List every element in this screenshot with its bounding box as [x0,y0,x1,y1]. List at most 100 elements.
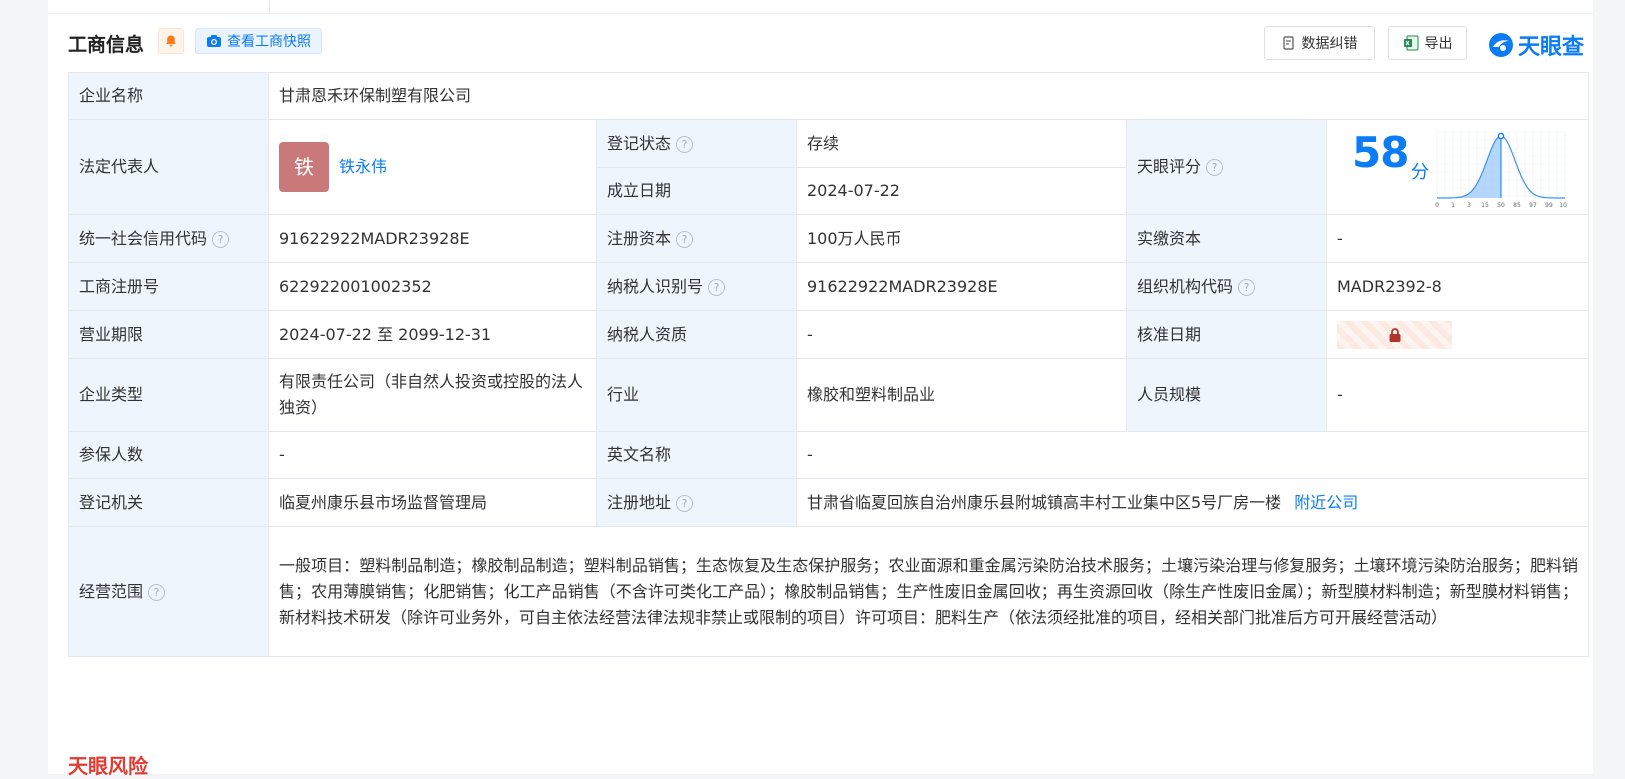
top-tab-segment [48,0,270,14]
data-correction-button[interactable]: 数据纠错 [1264,26,1375,60]
label-reg-address-cell: 注册地址? [596,478,797,527]
score-tick-label: 100 [1559,202,1567,209]
section-header: 工商信息 查看工商快照 数据纠错 导出 天眼查 [68,26,1588,60]
approval-date-cell [1325,310,1590,359]
help-icon[interactable]: ? [676,135,694,153]
score-tick-label: 50 [1497,202,1505,209]
business-term-value: 2024-07-22 至 2099-12-31 [268,310,597,359]
score-unit: 分 [1411,162,1429,183]
table-row: 企业名称 甘肃恩禾环保制塑有限公司 [68,72,1590,120]
nearby-companies-link[interactable]: 附近公司 [1294,493,1358,512]
help-icon[interactable]: ? [212,230,230,248]
taxpayer-id-value: 91622922MADR23928E [796,262,1127,311]
label-reg-capital-cell: 注册资本? [596,214,797,263]
insured-count-value: - [268,431,597,479]
table-row: 经营范围? 一般项目：塑料制品制造；橡胶制品制造；塑料制品销售；生态恢复及生态保… [68,526,1590,657]
tianyancha-logo-icon [1489,33,1513,57]
label-reg-address: 注册地址 [607,492,672,512]
label-credit-code-cell: 统一社会信用代码? [68,214,269,263]
score-value: 58 [1352,128,1409,177]
business-scope-value: 一般项目：塑料制品制造；橡胶制品制造；塑料制品销售；生态恢复及生态保护服务；农业… [267,526,1590,657]
score-chart-ticks: 0 1 3 15 50 85 97 99 100 [1435,202,1567,209]
document-edit-icon [1282,36,1294,50]
vip-locked-value[interactable] [1337,320,1452,349]
table-row: 法定代表人 铁 铁永伟 登记状态? 存续 天眼评分? 58 分 0 1 3 15 50 8… [68,119,1590,215]
tianyancha-logo: 天眼查 [1488,29,1584,61]
table-row: 营业期限 2024-07-22 至 2099-12-31 纳税人资质 - 核准日… [68,310,1590,359]
org-code-value: MADR2392-8 [1325,262,1590,311]
reg-address-cell: 甘肃省临夏回族自治州康乐县附城镇高丰村工业集中区5号厂房一楼 附近公司 [795,478,1590,527]
reg-status-value: 存续 [796,119,1127,168]
help-icon[interactable]: ? [148,583,166,601]
score-tick-label: 0 [1435,202,1439,209]
industry-value: 橡胶和塑料制品业 [796,358,1127,432]
business-info-table: 企业名称 甘肃恩禾环保制塑有限公司 法定代表人 铁 铁永伟 登记状态? 存续 天… [68,72,1590,657]
label-reg-status: 登记状态 [607,133,672,153]
label-english-name: 英文名称 [596,431,797,479]
label-reg-capital: 注册资本 [607,228,672,248]
label-score-cell: 天眼评分? [1126,119,1327,215]
credit-code-value: 91622922MADR23928E [268,214,597,263]
label-business-scope-cell: 经营范围? [68,526,269,657]
reg-address-value: 甘肃省临夏回族自治州康乐县附城镇高丰村工业集中区5号厂房一楼 [807,492,1282,512]
label-reg-status-cell: 登记状态? [596,119,797,168]
help-icon[interactable]: ? [1238,278,1256,296]
staff-size-value: - [1325,358,1590,432]
paid-capital-value: - [1325,214,1590,263]
label-org-code-cell: 组织机构代码? [1126,262,1327,311]
bell-icon[interactable] [158,28,184,54]
est-date-value: 2024-07-22 [796,167,1127,215]
table-row: 工商注册号 622922001002352 纳税人识别号? 91622922MA… [68,262,1590,311]
table-row: 企业类型 有限责任公司（非自然人投资或控股的法人独资） 行业 橡胶和塑料制品业 … [68,358,1590,432]
score-tick-label: 99 [1545,202,1553,209]
table-row: 登记机关 临夏州康乐县市场监督管理局 注册地址? 甘肃省临夏回族自治州康乐县附城… [68,478,1590,527]
camera-icon [207,35,221,47]
label-staff-size: 人员规模 [1126,358,1327,432]
table-row: 参保人数 - 英文名称 - [68,431,1590,479]
label-reg-no: 工商注册号 [68,262,269,311]
label-business-term: 营业期限 [68,310,269,359]
label-company-name: 企业名称 [68,72,269,120]
company-type-value: 有限责任公司（非自然人投资或控股的法人独资） [268,358,597,432]
help-icon[interactable]: ? [676,494,694,512]
risk-section-title: 天眼风险 [68,754,148,778]
view-snapshot-label: 查看工商快照 [227,34,311,50]
label-credit-code: 统一社会信用代码 [79,228,208,248]
company-name-value: 甘肃恩禾环保制塑有限公司 [267,72,1590,120]
help-icon[interactable]: ? [676,230,694,248]
export-label: 导出 [1424,36,1453,52]
score-tick-label: 85 [1513,202,1521,209]
score-cell[interactable]: 58 分 0 1 3 15 50 85 97 99 100 [1325,119,1590,215]
top-tab-strip [48,0,1593,14]
score-tick-label: 1 [1451,202,1455,209]
logo-text: 天眼查 [1518,35,1585,60]
label-taxpayer-id: 纳税人识别号 [607,276,704,296]
english-name-value: - [795,431,1590,479]
label-approval-date: 核准日期 [1126,310,1327,359]
label-company-type: 企业类型 [68,358,269,432]
label-est-date: 成立日期 [596,167,797,215]
score-marker [1497,132,1505,140]
score-tick-label: 15 [1481,202,1489,209]
label-taxpayer-qual: 纳税人资质 [596,310,797,359]
legal-rep-link[interactable]: 铁永伟 [339,154,387,180]
score-distribution-chart: 0 1 3 15 50 85 97 99 100 [1435,131,1567,209]
view-snapshot-button[interactable]: 查看工商快照 [195,28,322,54]
label-tianyan-score: 天眼评分 [1137,157,1202,176]
label-insured-count: 参保人数 [68,431,269,479]
label-industry: 行业 [596,358,797,432]
avatar[interactable]: 铁 [279,142,329,192]
export-button[interactable]: 导出 [1388,26,1467,60]
label-business-scope: 经营范围 [79,581,144,601]
data-correction-label: 数据纠错 [1301,36,1358,52]
lock-icon [1389,327,1400,342]
legal-rep-cell: 铁 铁永伟 [268,119,597,215]
score-tick-label: 3 [1467,202,1471,209]
help-icon[interactable]: ? [1206,159,1224,176]
label-org-code: 组织机构代码 [1137,276,1234,296]
score-tick-label: 97 [1529,202,1537,209]
reg-authority-value: 临夏州康乐县市场监督管理局 [268,478,597,527]
table-row: 统一社会信用代码? 91622922MADR23928E 注册资本? 100万人… [68,214,1590,263]
help-icon[interactable]: ? [708,278,726,296]
label-reg-authority: 登记机关 [68,478,269,527]
